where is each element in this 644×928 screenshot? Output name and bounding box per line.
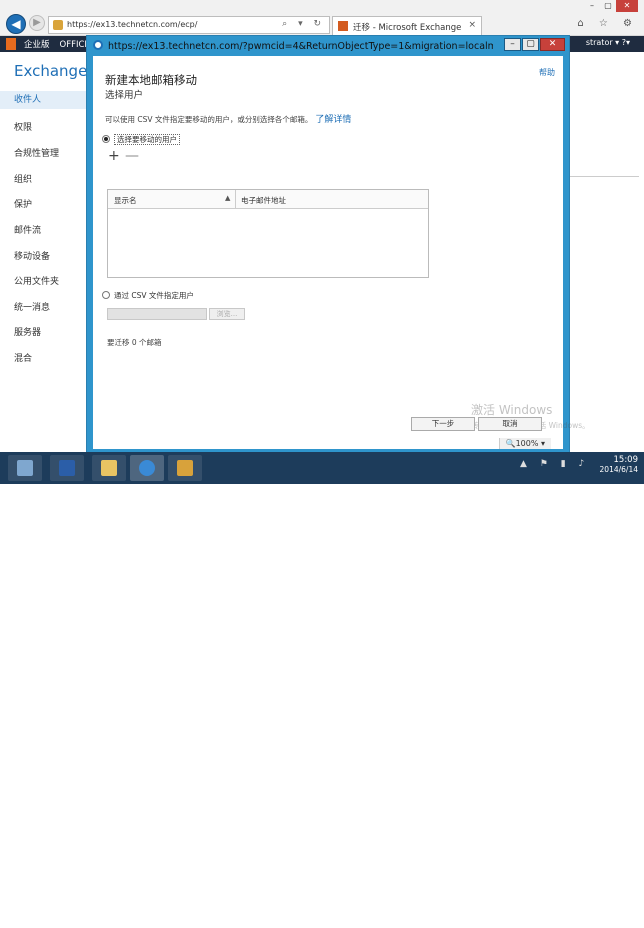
server-manager-button[interactable] xyxy=(8,455,42,481)
column-separator xyxy=(235,190,236,209)
sidebar-item-compliance[interactable]: 合规性管理 xyxy=(14,146,59,159)
minimize-button[interactable]: – xyxy=(584,0,600,12)
popup-title-bar: https://ex13.technetcn.com/?pwmcid=4&Ret… xyxy=(93,40,493,52)
table-header: 显示名 ▲ 电子邮件地址 xyxy=(108,190,428,209)
column-display-name[interactable]: 显示名 xyxy=(114,195,137,206)
popup-minimize-button[interactable]: – xyxy=(504,38,521,51)
radio-selected-icon[interactable] xyxy=(102,135,110,143)
sidebar-item-servers[interactable]: 服务器 xyxy=(14,325,41,338)
csv-file-input xyxy=(107,308,207,320)
description-text: 可以使用 CSV 文件指定要移动的用户，或分别选择各个邮箱。 xyxy=(105,115,313,124)
exchange-shell-button[interactable] xyxy=(168,455,202,481)
tray-icons[interactable]: ▲ ⚑ ▮ ♪ xyxy=(520,459,589,469)
back-button[interactable]: ◀ xyxy=(6,14,26,34)
powershell-button[interactable] xyxy=(50,455,84,481)
window-controls: – ▢ ✕ xyxy=(584,0,638,12)
mailbox-count: 要迁移 0 个邮箱 xyxy=(107,338,162,347)
taskbar: YunVn.com ▲ ⚑ ▮ ♪ 15:09 2014/6/14 xyxy=(0,452,644,928)
option-select-users-label: 选择要移动的用户 xyxy=(114,134,180,145)
popup-url: https://ex13.technetcn.com/?pwmcid=4&Ret… xyxy=(108,41,493,52)
new-move-dialog-window: https://ex13.technetcn.com/?pwmcid=4&Ret… xyxy=(86,35,590,453)
option-csv-label: 通过 CSV 文件指定用户 xyxy=(114,291,194,300)
browse-button: 浏览... xyxy=(209,308,245,320)
users-table[interactable]: 显示名 ▲ 电子邮件地址 xyxy=(107,189,429,278)
clock-date: 2014/6/14 xyxy=(599,465,638,474)
forward-button[interactable]: ▶ xyxy=(29,15,45,31)
server-manager-icon xyxy=(17,460,33,476)
option-select-users[interactable]: 选择要移动的用户 xyxy=(102,134,180,145)
activate-windows-title: 激活 Windows xyxy=(471,403,553,417)
sidebar-item-permissions[interactable]: 权限 xyxy=(14,120,32,133)
maximize-button[interactable]: ▢ xyxy=(600,0,616,12)
admin-menu[interactable]: strator ▾ ?▾ xyxy=(586,38,630,47)
explorer-button[interactable] xyxy=(92,455,126,481)
browser-toolbar: ◀ ▶ https://ex13.technetcn.com/ecp/ ⌕ ▾ … xyxy=(0,0,644,36)
exchange-tab-icon xyxy=(338,21,348,31)
address-tools-icons[interactable]: ⌕ ▾ ↻ xyxy=(282,19,325,29)
learn-more-link[interactable]: 了解详情 xyxy=(315,115,351,125)
dialog-body: 帮助 新建本地邮箱移动 选择用户 可以使用 CSV 文件指定要移动的用户，或分别… xyxy=(93,56,590,449)
office-logo-icon xyxy=(6,38,16,50)
popup-window-controls: – ▢ ✕ xyxy=(503,38,565,51)
dialog-description: 可以使用 CSV 文件指定要移动的用户，或分别选择各个邮箱。 了解详情 xyxy=(105,112,351,125)
popup-maximize-button[interactable]: ▢ xyxy=(522,38,539,51)
site-icon xyxy=(53,20,63,30)
next-button[interactable]: 下一步 xyxy=(411,417,475,431)
clock[interactable]: 15:09 2014/6/14 xyxy=(600,455,638,474)
powershell-icon xyxy=(59,460,75,476)
clock-time: 15:09 xyxy=(613,455,639,465)
add-icon[interactable]: + xyxy=(108,149,120,163)
folder-icon xyxy=(101,460,117,476)
sidebar-item-public-folders[interactable]: 公用文件夹 xyxy=(14,274,59,287)
browser-tab[interactable]: 迁移 - Microsoft Exchange × xyxy=(332,16,482,36)
ie-icon xyxy=(139,460,155,476)
sidebar-item-hybrid[interactable]: 混合 xyxy=(14,351,32,364)
sort-ascending-icon: ▲ xyxy=(225,194,231,202)
zoom-control[interactable]: 🔍100% ▾ xyxy=(498,438,551,449)
divider xyxy=(567,176,639,177)
site-watermark: YunVn.com xyxy=(498,908,631,928)
column-email[interactable]: 电子邮件地址 xyxy=(241,195,286,206)
tab-close-icon[interactable]: × xyxy=(468,20,476,30)
ie-taskbar-button[interactable] xyxy=(130,455,164,481)
address-bar[interactable]: https://ex13.technetcn.com/ecp/ ⌕ ▾ ↻ xyxy=(48,16,330,34)
sidebar-item-organization[interactable]: 组织 xyxy=(14,172,32,185)
close-button[interactable]: ✕ xyxy=(616,0,638,12)
sidebar-item-recipients[interactable]: 收件人 xyxy=(0,91,90,109)
remove-icon[interactable]: — xyxy=(125,149,139,163)
tab-title: 迁移 - Microsoft Exchange xyxy=(353,23,462,33)
help-link[interactable]: 帮助 xyxy=(539,67,555,78)
sidebar-item-protection[interactable]: 保护 xyxy=(14,197,32,210)
sidebar-item-mail-flow[interactable]: 邮件流 xyxy=(14,223,41,236)
radio-unselected-icon[interactable] xyxy=(102,291,110,299)
ie-icon xyxy=(93,40,103,50)
exchange-shell-icon xyxy=(177,460,193,476)
address-url: https://ex13.technetcn.com/ecp/ xyxy=(67,20,198,29)
ecp-top-enterprise[interactable]: 企业版 xyxy=(24,40,50,50)
dialog-subtitle: 选择用户 xyxy=(105,90,144,101)
dialog-title: 新建本地邮箱移动 xyxy=(105,73,197,87)
sidebar-item-mobile[interactable]: 移动设备 xyxy=(14,249,50,262)
popup-close-button[interactable]: ✕ xyxy=(540,38,565,51)
browser-tools-icons[interactable]: ⌂ ☆ ⚙ xyxy=(577,18,638,29)
sidebar-item-unified-messaging[interactable]: 统一消息 xyxy=(14,300,50,313)
option-csv-file[interactable]: 通过 CSV 文件指定用户 xyxy=(102,290,194,301)
cancel-button[interactable]: 取消 xyxy=(478,417,542,431)
